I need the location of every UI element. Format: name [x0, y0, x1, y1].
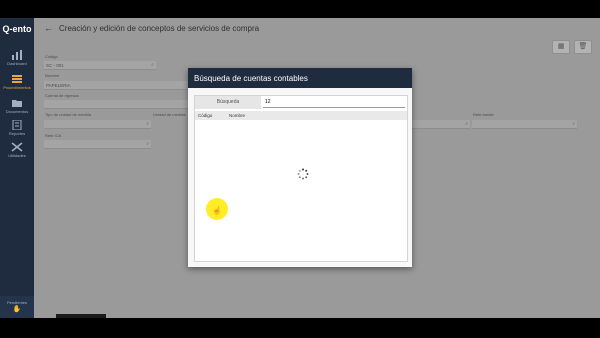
search-dialog: Búsqueda de cuentas contables Búsqueda C…	[188, 68, 412, 267]
nombre-field[interactable]: PAPELERIA	[44, 81, 189, 90]
toolbar: ▦ 🗑	[552, 40, 592, 54]
cuenta-label: Cuenta de egresos	[45, 93, 79, 98]
folder-icon	[12, 100, 22, 107]
nombre-value: PAPELERIA	[46, 83, 71, 88]
sidebar-item-label: Documentos	[5, 109, 29, 114]
column-codigo[interactable]: Código	[198, 111, 212, 120]
sidebar-item-label: Utilidades	[8, 153, 26, 158]
hidden-field[interactable]: ⌕	[412, 120, 470, 129]
codigo-value: SC - 001	[46, 63, 64, 68]
report-icon	[12, 120, 22, 130]
sidebar-item-label: Procedimientos	[3, 85, 31, 90]
tipo-unidad-label: Tipo de unidad de medida	[45, 112, 92, 117]
rete-fuente-field[interactable]: ⌕	[472, 120, 577, 129]
unidad-label: Unidad de medida	[153, 112, 186, 117]
sidebar-item-procedimientos[interactable]: Procedimientos	[0, 74, 34, 90]
search-icon[interactable]: ⌕	[572, 120, 575, 129]
sidebar-item-documentos[interactable]: Documentos	[0, 98, 34, 114]
nombre-label: Nombre	[45, 73, 60, 78]
pointer-icon: ☝	[212, 206, 222, 215]
search-input[interactable]	[263, 96, 405, 108]
sidebar-item-reportes[interactable]: Reportes	[0, 120, 34, 136]
results-table-header: Código Nombre	[195, 111, 407, 120]
rete-ica-field[interactable]: ⌕	[44, 140, 151, 149]
app-logo: Q-ento	[2, 24, 32, 34]
taskbar-fragment	[56, 314, 106, 318]
sidebar-item-pendientes[interactable]: Pendientes ✋	[0, 296, 34, 318]
dialog-title: Búsqueda de cuentas contables	[188, 68, 412, 88]
tipo-unidad-field[interactable]: ⌕	[44, 120, 151, 129]
column-nombre[interactable]: Nombre	[229, 111, 245, 120]
codigo-label: Código	[45, 54, 58, 59]
sidebar-item-label: Reportes	[8, 131, 26, 136]
tools-icon	[11, 142, 23, 152]
search-icon[interactable]: ⌕	[146, 140, 149, 149]
cuenta-field[interactable]	[44, 100, 189, 109]
sidebar-item-label: Pendientes	[6, 300, 27, 305]
rete-fuente-label: Rete fuente	[473, 112, 494, 117]
trash-icon[interactable]: 🗑	[574, 40, 592, 54]
grid-icon[interactable]: ▦	[552, 40, 570, 54]
sidebar-item-utilidades[interactable]: Utilidades	[0, 142, 34, 158]
page-title: Creación y edición de conceptos de servi…	[59, 23, 260, 33]
rete-ica-label: Rete ICA	[45, 133, 62, 138]
handshake-icon: ✋	[12, 306, 22, 313]
search-icon[interactable]: ⌕	[146, 120, 149, 129]
codigo-field[interactable]: SC - 001 ⌕	[44, 61, 156, 70]
page-header: ← Creación y edición de conceptos de ser…	[34, 18, 600, 38]
sidebar-item-dashboard[interactable]: Dashboard	[0, 50, 34, 66]
search-icon[interactable]: ⌕	[465, 120, 468, 129]
sidebar: Q-ento Dashboard Procedimientos Document…	[0, 18, 34, 318]
stack-icon	[12, 75, 22, 83]
loading-spinner-icon	[297, 168, 309, 180]
app-window: Q-ento Dashboard Procedimientos Document…	[0, 18, 600, 318]
search-label: Búsqueda	[195, 96, 261, 109]
sidebar-item-label: Dashboard	[7, 61, 27, 66]
back-arrow-icon[interactable]: ←	[44, 23, 53, 33]
dialog-body: Búsqueda Código Nombre	[194, 95, 408, 262]
search-icon[interactable]: ⌕	[151, 61, 154, 70]
bar-chart-icon	[12, 50, 22, 60]
search-row: Búsqueda	[195, 96, 407, 110]
